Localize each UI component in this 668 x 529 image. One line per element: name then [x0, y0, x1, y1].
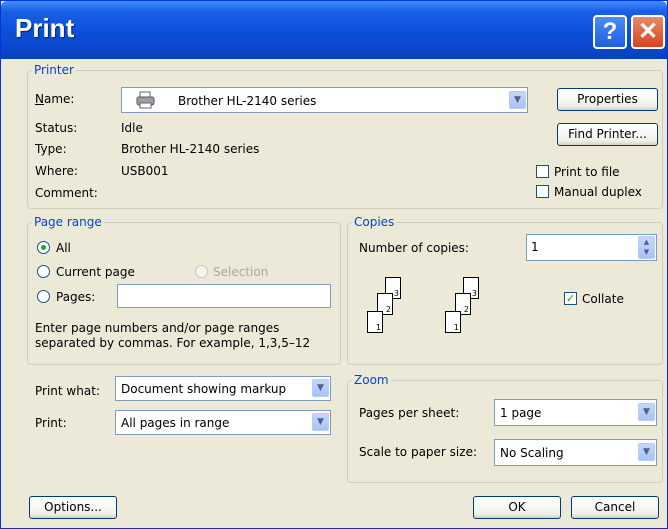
printer-icon — [136, 91, 155, 109]
print-what-value: Document showing markup — [121, 382, 287, 396]
chevron-down-icon[interactable]: ▼ — [638, 403, 655, 421]
print-value: All pages in range — [121, 416, 230, 430]
where-label: Where: — [35, 164, 78, 178]
title-bar[interactable]: Print ? ✕ — [1, 1, 667, 59]
pages-per-sheet-label: Pages per sheet: — [359, 406, 460, 420]
where-value: USB001 — [121, 164, 169, 178]
properties-button[interactable]: Properties — [557, 88, 658, 111]
print-to-file-checkbox[interactable] — [536, 165, 549, 178]
chevron-down-icon[interactable]: ▼ — [312, 379, 329, 397]
manual-duplex-label: Manual duplex — [554, 185, 642, 199]
pages-label: Pages: — [56, 290, 96, 304]
number-of-copies-label: Number of copies: — [359, 241, 469, 255]
ok-button[interactable]: OK — [473, 496, 561, 519]
print-to-file-label: Print to file — [554, 165, 620, 179]
all-radio[interactable] — [37, 241, 50, 254]
close-icon[interactable]: ✕ — [631, 15, 665, 49]
chevron-down-icon[interactable]: ▼ — [638, 443, 655, 461]
page-icon: 1 — [367, 311, 383, 333]
number-of-copies-input[interactable]: 1 ▲ ▼ — [526, 234, 657, 261]
current-page-label: Current page — [56, 265, 135, 279]
help-icon[interactable]: ? — [593, 15, 627, 49]
current-page-radio[interactable] — [37, 265, 50, 278]
all-label: All — [56, 241, 71, 255]
copies-legend: Copies — [354, 215, 395, 229]
print-dialog: Print ? ✕ Printer Name: Brother HL-2140 … — [0, 0, 668, 529]
copies-spinner[interactable]: ▲ ▼ — [638, 236, 655, 259]
cancel-button[interactable]: Cancel — [571, 496, 659, 519]
pages-per-sheet-value: 1 page — [500, 406, 542, 420]
window-title: Print — [15, 13, 75, 43]
print-label: Print: — [35, 416, 67, 430]
pages-input[interactable] — [117, 284, 331, 308]
status-value: Idle — [121, 121, 143, 135]
type-label: Type: — [35, 142, 67, 156]
find-printer-button[interactable]: Find Printer... — [557, 123, 658, 146]
name-label: Name: — [35, 92, 75, 106]
page-range-hint-line1: Enter page numbers and/or page ranges — [35, 321, 280, 335]
zoom-legend: Zoom — [354, 373, 389, 387]
number-of-copies-value: 1 — [531, 240, 539, 254]
options-button[interactable]: Options... — [29, 496, 117, 519]
status-label: Status: — [35, 121, 78, 135]
comment-label: Comment: — [35, 186, 98, 200]
page-range-legend: Page range — [34, 215, 102, 229]
printer-legend: Printer — [34, 63, 74, 77]
selection-radio[interactable] — [195, 265, 208, 278]
spin-down-icon[interactable]: ▼ — [639, 247, 654, 257]
print-combo[interactable]: All pages in range ▼ — [115, 410, 331, 435]
chevron-down-icon[interactable]: ▼ — [509, 91, 526, 109]
manual-duplex-checkbox[interactable] — [536, 185, 549, 198]
page-range-hint-line2: separated by commas. For example, 1,3,5–… — [35, 336, 311, 350]
collate-checkbox[interactable]: ✓ — [564, 292, 577, 305]
print-what-combo[interactable]: Document showing markup ▼ — [115, 376, 331, 401]
pages-per-sheet-combo[interactable]: 1 page ▼ — [494, 399, 657, 426]
scale-to-paper-value: No Scaling — [500, 446, 564, 460]
printer-name-value: Brother HL-2140 series — [178, 94, 317, 108]
page-icon: 1 — [445, 311, 461, 333]
selection-label: Selection — [213, 265, 269, 279]
scale-to-paper-label: Scale to paper size: — [359, 445, 477, 459]
type-value: Brother HL-2140 series — [121, 142, 260, 156]
scale-to-paper-combo[interactable]: No Scaling ▼ — [494, 439, 657, 466]
print-what-label: Print what: — [35, 384, 100, 398]
collate-label: Collate — [582, 292, 624, 306]
checkmark-icon: ✓ — [565, 292, 576, 305]
chevron-down-icon[interactable]: ▼ — [312, 413, 329, 431]
pages-radio[interactable] — [37, 290, 50, 303]
spin-up-icon[interactable]: ▲ — [639, 237, 654, 247]
printer-name-combo[interactable]: Brother HL-2140 series ▼ — [121, 87, 528, 113]
zoom-group: Zoom — [347, 373, 663, 483]
